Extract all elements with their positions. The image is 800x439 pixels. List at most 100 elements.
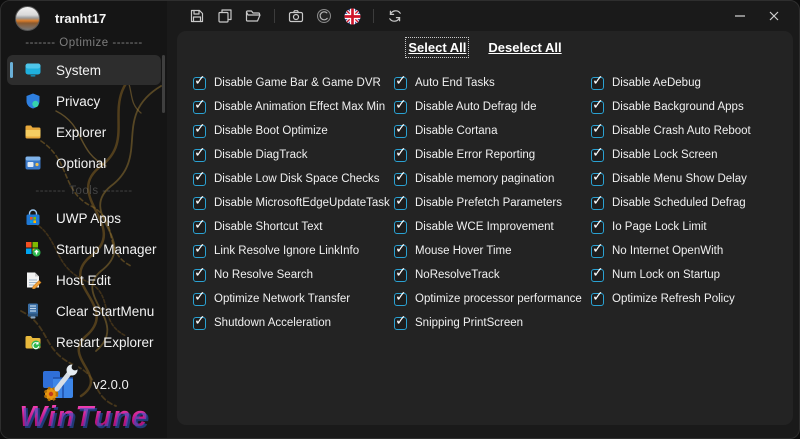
screenshot-button[interactable] — [284, 4, 308, 28]
save-copy-icon — [218, 9, 232, 23]
refresh-button[interactable] — [383, 4, 407, 28]
checkbox-item[interactable]: Shutdown Acceleration — [193, 312, 394, 330]
checkbox[interactable] — [394, 312, 407, 330]
checkbox-item[interactable]: No Resolve Search — [193, 264, 394, 282]
window-controls — [723, 3, 799, 29]
checkbox-item[interactable]: Snipping PrintScreen — [394, 312, 591, 330]
checkbox-item[interactable]: Disable Boot Optimize — [193, 120, 394, 138]
checkbox[interactable] — [591, 144, 604, 162]
user-profile[interactable]: tranht17 — [15, 6, 106, 31]
select-all-link[interactable]: Select All — [405, 37, 470, 58]
checkbox-item[interactable]: Mouse Hover Time — [394, 240, 591, 258]
checkbox[interactable] — [193, 72, 206, 90]
checkbox[interactable] — [193, 96, 206, 114]
checkbox[interactable] — [591, 216, 604, 234]
checkbox[interactable] — [193, 144, 206, 162]
open-folder-button[interactable] — [241, 4, 265, 28]
checkbox[interactable] — [591, 192, 604, 210]
language-button[interactable] — [340, 4, 364, 28]
sidebar-item-restart-explorer[interactable]: Restart Explorer — [7, 327, 161, 357]
sidebar-item-explorer[interactable]: Explorer — [7, 117, 161, 147]
checkbox-label: Disable Low Disk Space Checks — [214, 173, 380, 185]
checkbox-item[interactable]: Disable Shortcut Text — [193, 216, 394, 234]
checkbox-item[interactable]: Disable Crash Auto Reboot — [591, 120, 789, 138]
checkbox-item[interactable]: Disable MicrosoftEdgeUpdateTask — [193, 192, 394, 210]
theme-button[interactable] — [312, 4, 336, 28]
sidebar-item-clear-startmenu[interactable]: Clear StartMenu — [7, 296, 161, 326]
checkbox-item[interactable]: Disable Background Apps — [591, 96, 789, 114]
checkbox-label: Optimize Network Transfer — [214, 293, 351, 305]
checkbox-item[interactable]: Optimize processor performance — [394, 288, 591, 306]
checkbox-label: Disable Prefetch Parameters — [415, 197, 563, 209]
checkbox-item[interactable]: Disable Menu Show Delay — [591, 168, 789, 186]
checkbox-item[interactable]: Optimize Network Transfer — [193, 288, 394, 306]
checkbox[interactable] — [394, 264, 407, 282]
checkbox[interactable] — [591, 240, 604, 258]
checkbox-label: Disable Animation Effect Max Min — [214, 101, 386, 113]
deselect-all-link[interactable]: Deselect All — [488, 40, 561, 55]
sidebar-item-label: UWP Apps — [56, 210, 122, 226]
sidebar-item-label: Explorer — [56, 124, 107, 140]
checkbox[interactable] — [193, 192, 206, 210]
save-button[interactable] — [185, 4, 209, 28]
sidebar-item-startup-manager[interactable]: Startup Manager — [7, 234, 161, 264]
checkbox-item[interactable]: Auto End Tasks — [394, 72, 591, 90]
checkbox[interactable] — [193, 312, 206, 330]
checkbox-item[interactable]: Optimize Refresh Policy — [591, 288, 789, 306]
avatar — [15, 6, 40, 31]
checkbox[interactable] — [193, 240, 206, 258]
sidebar-item-host-edit[interactable]: Host Edit — [7, 265, 161, 295]
checkbox[interactable] — [394, 168, 407, 186]
checkbox[interactable] — [591, 288, 604, 306]
checkbox-item[interactable]: Link Resolve Ignore LinkInfo — [193, 240, 394, 258]
checkbox[interactable] — [193, 168, 206, 186]
checkbox[interactable] — [193, 216, 206, 234]
checkbox-item[interactable]: Disable Prefetch Parameters — [394, 192, 591, 210]
checkbox[interactable] — [394, 240, 407, 258]
checkbox[interactable] — [394, 216, 407, 234]
checkbox-item[interactable]: Disable Scheduled Defrag — [591, 192, 789, 210]
checkbox[interactable] — [591, 72, 604, 90]
sidebar-item-optional[interactable]: Optional — [7, 148, 161, 178]
checkbox-item[interactable]: Disable Cortana — [394, 120, 591, 138]
sidebar-item-system[interactable]: System — [7, 55, 161, 85]
checkbox-item[interactable]: Io Page Lock Limit — [591, 216, 789, 234]
checkbox-item[interactable]: Disable WCE Improvement — [394, 216, 591, 234]
checkbox[interactable] — [591, 168, 604, 186]
checkbox[interactable] — [591, 96, 604, 114]
checkbox-item[interactable]: Disable AeDebug — [591, 72, 789, 90]
checkbox-label: Num Lock on Startup — [612, 269, 721, 281]
sidebar-item-privacy[interactable]: Privacy — [7, 86, 161, 116]
checkbox-item[interactable]: Disable memory pagination — [394, 168, 591, 186]
checkbox-item[interactable]: Disable Lock Screen — [591, 144, 789, 162]
checkbox[interactable] — [394, 72, 407, 90]
save-copy-button[interactable] — [213, 4, 237, 28]
checkbox[interactable] — [394, 144, 407, 162]
checkbox[interactable] — [394, 192, 407, 210]
checkbox[interactable] — [394, 96, 407, 114]
section-divider-optimize: ------- Optimize ------- — [25, 37, 143, 49]
checkbox[interactable] — [193, 288, 206, 306]
checkbox[interactable] — [591, 120, 604, 138]
checkbox-item[interactable]: NoResolveTrack — [394, 264, 591, 282]
sidebar-scrollbar[interactable] — [162, 55, 165, 113]
close-button[interactable] — [757, 3, 791, 29]
checkbox-item[interactable]: No Internet OpenWith — [591, 240, 789, 258]
checkbox-item[interactable]: Disable Auto Defrag Ide — [394, 96, 591, 114]
checkbox-item[interactable]: Disable Low Disk Space Checks — [193, 168, 394, 186]
checkbox[interactable] — [394, 288, 407, 306]
minimize-icon — [735, 15, 745, 17]
checkbox-item[interactable]: Disable Animation Effect Max Min — [193, 96, 394, 114]
checkbox[interactable] — [394, 120, 407, 138]
checkbox[interactable] — [591, 264, 604, 282]
minimize-button[interactable] — [723, 3, 757, 29]
checkbox-item[interactable]: Disable DiagTrack — [193, 144, 394, 162]
checkbox-item[interactable]: Disable Error Reporting — [394, 144, 591, 162]
app-window: tranht17 ------- Optimize ------- System… — [0, 0, 800, 439]
checkbox-item[interactable]: Disable Game Bar & Game DVR — [193, 72, 394, 90]
checkbox-label: Disable Scheduled Defrag — [612, 197, 746, 209]
checkbox[interactable] — [193, 120, 206, 138]
sidebar-item-uwp-apps[interactable]: UWP Apps — [7, 203, 161, 233]
checkbox-item[interactable]: Num Lock on Startup — [591, 264, 789, 282]
checkbox[interactable] — [193, 264, 206, 282]
